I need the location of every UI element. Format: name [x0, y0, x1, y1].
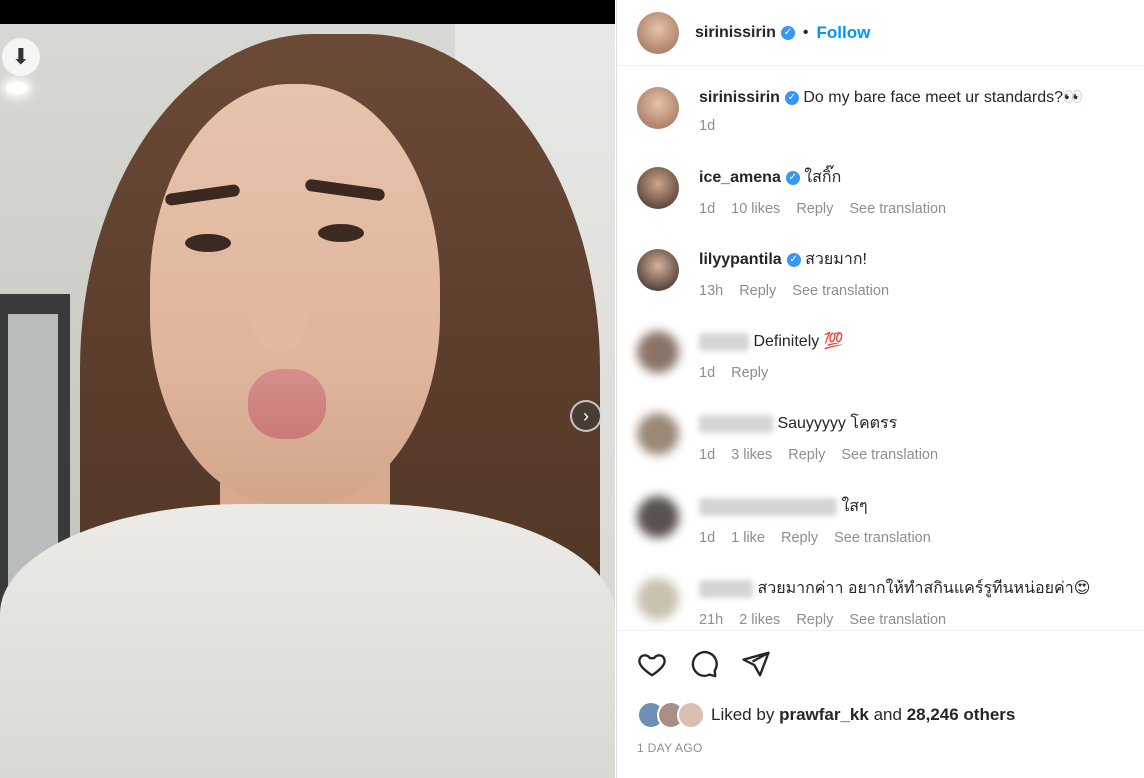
photo-lips	[248, 369, 326, 439]
see-translation-button[interactable]: See translation	[849, 612, 946, 628]
photo-eye-left	[185, 234, 231, 252]
list-item: ใสๆ 1d 1 like Reply See translation	[637, 496, 947, 549]
photo-robe	[0, 504, 615, 778]
blurred-username[interactable]	[699, 414, 773, 433]
verified-icon: ✓	[785, 170, 800, 185]
photo-ceiling-light	[6, 82, 28, 94]
liked-by-prefix: Liked by	[711, 705, 775, 724]
avatar	[677, 701, 705, 729]
chevron-right-icon[interactable]: ›	[570, 400, 602, 432]
comment-likes[interactable]: 2 likes	[739, 612, 780, 628]
liked-by-and: and	[873, 705, 902, 724]
comment-time: 1d	[699, 447, 716, 463]
list-item: Definitely 💯 1d Reply	[637, 331, 844, 384]
comment-username[interactable]: lilyypantila	[699, 251, 782, 268]
comment-text: Sauyyyyy โคตรร	[777, 415, 898, 432]
photo-eye-right	[318, 224, 364, 242]
see-translation-button[interactable]: See translation	[834, 530, 931, 546]
comment-time: 1d	[699, 530, 716, 546]
comment-username[interactable]: ice_amena	[699, 169, 781, 186]
likes-count[interactable]: 28,246 others	[907, 705, 1016, 725]
caption-avatar[interactable]	[637, 87, 679, 129]
author-username[interactable]: sirinissirin	[695, 24, 776, 42]
post-actions: Liked by prawfar_kk and 28,246 others 1 …	[617, 630, 1144, 755]
comment-icon[interactable]	[689, 649, 719, 679]
post-time: 1 DAY AGO	[637, 741, 703, 755]
verified-icon: ✓	[784, 90, 799, 105]
comment-text: Definitely 💯	[753, 333, 844, 350]
blurred-username[interactable]	[699, 497, 837, 516]
liked-by-avatars[interactable]	[637, 701, 705, 729]
comment-time: 1d	[699, 365, 716, 381]
verified-icon: ✓	[780, 25, 795, 40]
comment-time: 13h	[699, 283, 724, 299]
action-icons	[637, 649, 771, 679]
blurred-username[interactable]	[699, 579, 753, 598]
reply-button[interactable]: Reply	[739, 283, 776, 299]
comments-list[interactable]: sirinissirin ✓ Do my bare face meet ur st…	[617, 67, 1144, 630]
list-item: ice_amena ✓ ใสกิ๊ก 1d 10 likes Reply See tra…	[637, 167, 962, 220]
photo-nose	[250, 274, 308, 352]
reply-button[interactable]: Reply	[796, 201, 833, 217]
caption: sirinissirin ✓ Do my bare face meet ur st…	[637, 87, 1083, 137]
share-icon[interactable]	[741, 649, 771, 679]
comment-likes[interactable]: 10 likes	[731, 201, 780, 217]
see-translation-button[interactable]: See translation	[841, 447, 938, 463]
post-panel: sirinissirin ✓ • Follow sirinissirin ✓ Do…	[616, 0, 1144, 778]
comment-likes[interactable]: 3 likes	[731, 447, 772, 463]
comment-avatar[interactable]	[637, 331, 679, 373]
caption-time: 1d	[699, 118, 716, 134]
caption-text: Do my bare face meet ur standards?👀	[803, 89, 1083, 106]
photo-image	[0, 24, 615, 778]
list-item: Sauyyyyy โคตรร 1d 3 likes Reply See transla…	[637, 413, 954, 466]
reply-button[interactable]: Reply	[731, 365, 768, 381]
post-header: sirinissirin ✓ • Follow	[617, 0, 1144, 66]
list-item: lilyypantila ✓ สวยมาก! 13h Reply See transl…	[637, 249, 905, 302]
comment-avatar[interactable]	[637, 249, 679, 291]
liked-by: Liked by prawfar_kk and 28,246 others	[637, 701, 1015, 729]
verified-icon: ✓	[786, 252, 801, 267]
reply-button[interactable]: Reply	[781, 530, 818, 546]
post-photo: ⬇ ›	[0, 0, 615, 778]
reply-button[interactable]: Reply	[788, 447, 825, 463]
comment-text: ใสๆ	[841, 498, 868, 515]
see-translation-button[interactable]: See translation	[792, 283, 889, 299]
see-translation-button[interactable]: See translation	[849, 201, 946, 217]
list-item: สวยมากค่าา อยากให้ทำสกินแคร์รูทีนหน่อยค่…	[637, 578, 1090, 630]
comment-avatar[interactable]	[637, 496, 679, 538]
comment-text: ใสกิ๊ก	[804, 169, 842, 186]
comment-avatar[interactable]	[637, 578, 679, 620]
comment-text: สวยมาก!	[805, 251, 867, 268]
follow-button[interactable]: Follow	[817, 23, 871, 43]
caption-username[interactable]: sirinissirin	[699, 89, 780, 106]
liked-by-user[interactable]: prawfar_kk	[779, 705, 869, 725]
comment-likes[interactable]: 1 like	[731, 530, 765, 546]
comment-avatar[interactable]	[637, 413, 679, 455]
download-icon[interactable]: ⬇	[2, 38, 40, 76]
heart-icon[interactable]	[637, 649, 667, 679]
comment-time: 1d	[699, 201, 716, 217]
reply-button[interactable]: Reply	[796, 612, 833, 628]
author-avatar[interactable]	[637, 11, 679, 54]
comment-text: สวยมากค่าา อยากให้ทำสกินแคร์รูทีนหน่อยค่…	[757, 580, 1091, 597]
comment-avatar[interactable]	[637, 167, 679, 209]
blurred-username[interactable]	[699, 332, 749, 351]
comment-time: 21h	[699, 612, 724, 628]
separator-dot: •	[802, 23, 809, 41]
